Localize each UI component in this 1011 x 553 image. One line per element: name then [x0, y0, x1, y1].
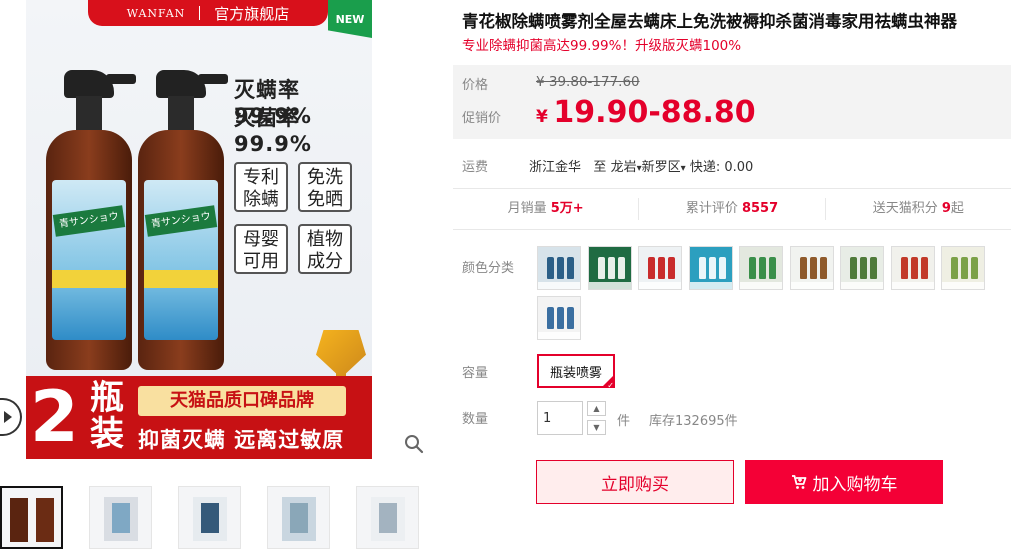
tmall-points: 送天猫积分 9起 — [872, 201, 964, 216]
product-title: 青花椒除螨喷雾剂全屋去螨床上免洗被褥抑杀菌消毒家用祛螨虫神器 — [462, 12, 957, 31]
quantity-label: 数量 — [462, 412, 489, 427]
play-video-button[interactable] — [0, 398, 22, 436]
currency-symbol: ¥ — [536, 107, 548, 127]
quantity-increase-button[interactable]: ▲ — [587, 401, 606, 416]
bottle-image: 青サンショウ — [46, 70, 136, 370]
quantity-input[interactable] — [537, 401, 583, 435]
new-badge: NEW — [328, 0, 372, 38]
sale-price-value: 19.90-88.80 — [553, 95, 756, 130]
product-page: WANFAN 官方旗舰店 NEW 青サンショウ 青サンショウ 灭螨率99.9% … — [0, 0, 1011, 553]
color-swatch[interactable] — [941, 246, 985, 290]
color-label: 颜色分类 — [462, 261, 515, 276]
shipping-label: 运费 — [462, 160, 489, 175]
color-swatch[interactable] — [537, 296, 581, 340]
chevron-down-icon: ▾ — [680, 163, 686, 174]
product-subtitle: 专业除螨抑菌高达99.99%！升级版灭螨100% — [462, 38, 742, 54]
main-product-image[interactable]: WANFAN 官方旗舰店 NEW 青サンショウ 青サンショウ 灭螨率99.9% … — [26, 0, 372, 459]
quantity-unit: 件 — [617, 414, 631, 429]
thumbnail[interactable] — [0, 486, 63, 549]
store-name: 官方旗舰店 — [214, 4, 290, 23]
promo-gold-text: 天猫品质口碑品牌 — [138, 386, 346, 416]
thumbnail[interactable] — [356, 486, 419, 549]
review-count[interactable]: 累计评价 8557 — [639, 198, 826, 220]
color-swatch[interactable] — [688, 246, 733, 290]
ship-from: 浙江金华 — [529, 160, 582, 175]
color-swatch[interactable] — [890, 246, 935, 290]
express-fee: 快递: 0.00 — [689, 160, 754, 175]
price-label: 价格 — [462, 78, 489, 93]
rate-text: 灭菌率99.9% — [234, 106, 312, 156]
color-swatch[interactable] — [587, 246, 632, 290]
promo-count: 2 — [30, 376, 79, 458]
thumbnail[interactable] — [89, 486, 152, 549]
play-icon — [4, 411, 12, 423]
divider — [199, 6, 201, 20]
add-to-cart-button[interactable]: 加入购物车 — [745, 460, 943, 504]
feature-tag: 专利 除螨 — [234, 162, 288, 212]
product-info: 青花椒除螨喷雾剂全屋去螨床上免洗被褥抑杀菌消毒家用祛螨虫神器 专业除螨抑菌高达9… — [453, 0, 1011, 553]
city-select[interactable]: 龙岩▾ — [611, 160, 642, 175]
feature-tag: 免洗 免晒 — [298, 162, 352, 212]
brand-logo: WANFAN — [126, 6, 186, 20]
buy-now-button[interactable]: 立即购买 — [536, 460, 734, 504]
stock-count: 库存132695件 — [649, 414, 738, 429]
thumbnail-strip — [0, 486, 419, 549]
original-price: ¥ 39.80-177.60 — [536, 74, 640, 90]
thumbnail[interactable] — [178, 486, 241, 549]
divider — [453, 229, 1011, 230]
sale-price-label: 促销价 — [462, 111, 502, 126]
capacity-label: 容量 — [462, 366, 489, 381]
promo-unit: 瓶装 — [90, 378, 124, 454]
zoom-icon[interactable] — [404, 434, 424, 454]
stats-bar: 月销量 5万+ 累计评价 8557 送天猫积分 9起 — [453, 198, 1011, 220]
cart-icon — [791, 474, 806, 489]
color-swatch[interactable] — [638, 246, 682, 290]
promo-banner: 2 瓶装 天猫品质口碑品牌 抑菌灭螨 远离过敏原 — [26, 376, 372, 459]
bottle-image: 青サンショウ — [138, 70, 228, 370]
ship-to-prefix: 至 — [593, 160, 607, 175]
color-swatch[interactable] — [537, 246, 581, 290]
feature-tag: 植物 成分 — [298, 224, 352, 274]
feature-tag: 母婴 可用 — [234, 224, 288, 274]
quantity-decrease-button[interactable]: ▼ — [587, 420, 606, 435]
district-select[interactable]: 新罗区▾ — [642, 160, 686, 175]
sale-price: ¥ 19.90-88.80 — [536, 95, 756, 130]
promo-slogan: 抑菌灭螨 远离过敏原 — [138, 428, 345, 452]
divider — [453, 188, 1011, 189]
thumbnail[interactable] — [267, 486, 330, 549]
price-box: 价格 ¥ 39.80-177.60 促销价 ¥ 19.90-88.80 — [453, 65, 1011, 139]
monthly-sales: 月销量 5万+ — [453, 198, 640, 220]
product-gallery: WANFAN 官方旗舰店 NEW 青サンショウ 青サンショウ 灭螨率99.9% … — [0, 0, 430, 553]
selected-check-icon — [601, 374, 615, 388]
capacity-option-selected[interactable]: 瓶装喷雾 — [537, 354, 615, 388]
color-swatch[interactable] — [739, 246, 783, 290]
shipping-info: 浙江金华 至 龙岩▾新罗区▾ 快递: 0.00 — [529, 156, 753, 175]
color-swatch[interactable] — [840, 246, 884, 290]
brand-strip: WANFAN 官方旗舰店 — [88, 0, 328, 26]
color-swatch[interactable] — [789, 246, 834, 290]
